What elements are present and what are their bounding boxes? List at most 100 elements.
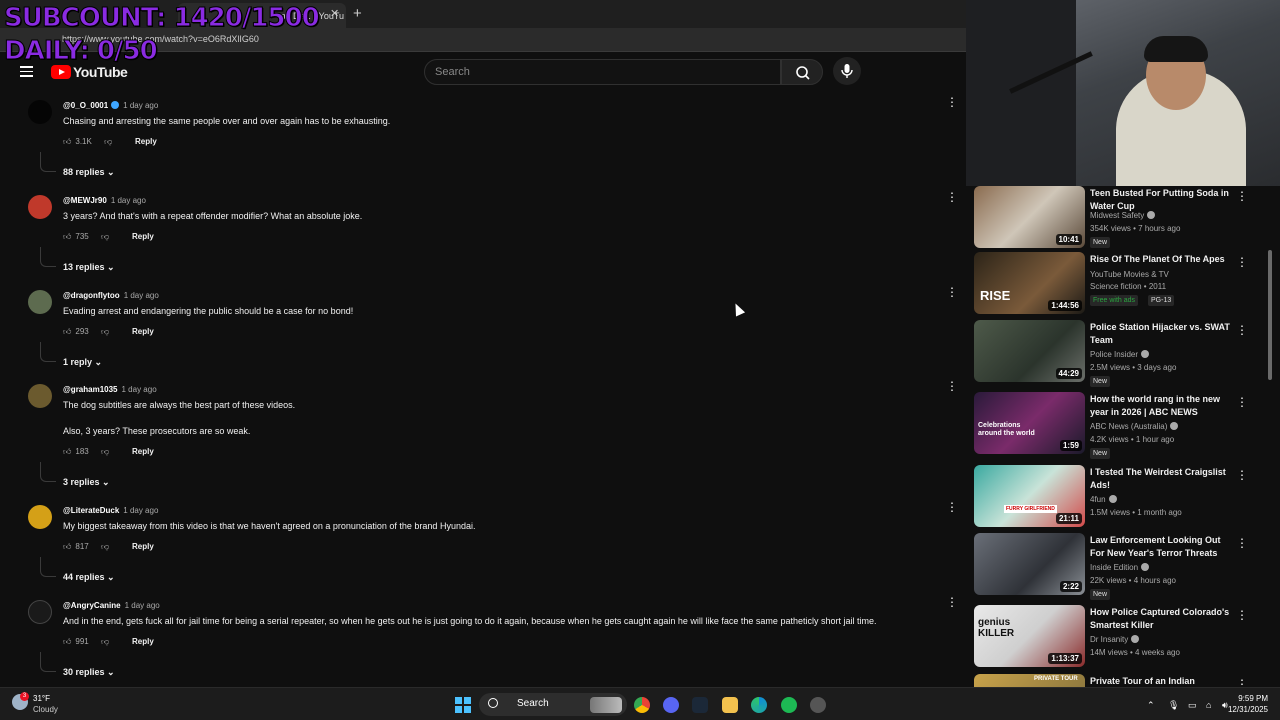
view-replies-button[interactable]: 1 reply ⌄	[63, 357, 102, 368]
video-channel[interactable]: ABC News (Australia)	[1090, 422, 1179, 431]
video-thumbnail[interactable]: FURRY GIRLFRIEND 21:11	[974, 465, 1085, 527]
comment-author[interactable]: @MEWJr90	[63, 196, 107, 205]
reply-button[interactable]: Reply	[132, 327, 154, 336]
video-title[interactable]: Private Tour of an Indian	[1090, 675, 1230, 687]
more-options-icon[interactable]: ⋮	[946, 596, 958, 608]
video-channel[interactable]: Inside Edition	[1090, 563, 1150, 572]
comment-time[interactable]: 1 day ago	[125, 601, 160, 610]
like-icon[interactable]: 👍︎	[63, 232, 71, 241]
reply-button[interactable]: Reply	[132, 542, 154, 551]
reply-button[interactable]: Reply	[135, 137, 157, 146]
like-icon[interactable]: 👍︎	[63, 542, 71, 551]
comment-author[interactable]: @0_O_0001	[63, 101, 108, 110]
view-replies-button[interactable]: 13 replies ⌄	[63, 262, 115, 273]
video-channel[interactable]: Police Insider	[1090, 350, 1150, 359]
video-channel[interactable]: YouTube Movies & TV	[1090, 270, 1169, 279]
like-icon[interactable]: 👍︎	[63, 637, 71, 646]
new-tab-icon[interactable]: +	[353, 5, 362, 22]
search-highlight-icon[interactable]	[590, 697, 622, 713]
network-icon[interactable]: ⌂	[1206, 700, 1211, 710]
video-title[interactable]: Rise Of The Planet Of The Apes	[1090, 253, 1230, 266]
voice-search-button[interactable]	[833, 57, 861, 85]
reply-button[interactable]: Reply	[132, 232, 154, 241]
video-channel[interactable]: Midwest Safety	[1090, 211, 1156, 220]
more-options-icon[interactable]: ⋮	[1236, 189, 1248, 203]
video-channel[interactable]: Dr Insanity	[1090, 635, 1140, 644]
temperature[interactable]: 31°F	[33, 694, 50, 703]
reply-button[interactable]: Reply	[132, 637, 154, 646]
comment-time[interactable]: 1 day ago	[123, 506, 158, 515]
chrome-icon[interactable]	[634, 697, 650, 713]
avatar[interactable]	[28, 290, 52, 314]
dislike-icon[interactable]: 👎︎	[101, 637, 109, 646]
video-thumbnail[interactable]: 44:29	[974, 320, 1085, 382]
windows-start-icon[interactable]	[455, 697, 471, 713]
dislike-icon[interactable]: 👎︎	[104, 137, 112, 146]
more-options-icon[interactable]: ⋮	[946, 380, 958, 392]
view-replies-button[interactable]: 44 replies ⌄	[63, 572, 115, 583]
more-options-icon[interactable]: ⋮	[1236, 536, 1248, 550]
dislike-icon[interactable]: 👎︎	[101, 232, 109, 241]
video-thumbnail[interactable]: RISE 1:44:56	[974, 252, 1085, 314]
comment-time[interactable]: 1 day ago	[124, 291, 159, 300]
comment-time[interactable]: 1 day ago	[123, 101, 158, 110]
search-button[interactable]	[781, 59, 823, 85]
video-thumbnail[interactable]: genius KILLER 1:13:37	[974, 605, 1085, 667]
video-thumbnail[interactable]: 10:41	[974, 186, 1085, 248]
dislike-icon[interactable]: 👎︎	[101, 542, 109, 551]
video-title[interactable]: Police Station Hijacker vs. SWAT Team	[1090, 321, 1230, 347]
video-title[interactable]: How the world rang in the new year in 20…	[1090, 393, 1230, 419]
more-options-icon[interactable]: ⋮	[1236, 608, 1248, 622]
more-options-icon[interactable]: ⋮	[946, 191, 958, 203]
avatar[interactable]	[28, 600, 52, 624]
dislike-icon[interactable]: 👎︎	[101, 447, 109, 456]
view-replies-button[interactable]: 88 replies ⌄	[63, 167, 115, 178]
video-title[interactable]: How Police Captured Colorado's Smartest …	[1090, 606, 1230, 632]
video-thumbnail[interactable]: PRIVATE TOUR	[974, 674, 1085, 687]
view-replies-button[interactable]: 3 replies ⌄	[63, 477, 110, 488]
video-thumbnail[interactable]: Celebrations around the world 1:59	[974, 392, 1085, 454]
more-options-icon[interactable]: ⋮	[946, 501, 958, 513]
avatar[interactable]	[28, 195, 52, 219]
clock-date[interactable]: 12/31/2025	[1214, 705, 1268, 714]
menu-icon[interactable]	[20, 66, 33, 77]
microphone-tray-icon[interactable]: 🎙︎	[1168, 700, 1179, 711]
file-explorer-icon[interactable]	[722, 697, 738, 713]
like-icon[interactable]: 👍︎	[63, 327, 71, 336]
video-title[interactable]: Law Enforcement Looking Out For New Year…	[1090, 534, 1230, 560]
edge-icon[interactable]	[751, 697, 767, 713]
comment-time[interactable]: 1 day ago	[122, 385, 157, 394]
comment-author[interactable]: @AngryCanine	[63, 601, 121, 610]
youtube-logo[interactable]: YouTube	[51, 64, 128, 80]
video-title[interactable]: Teen Busted For Putting Soda in Water Cu…	[1090, 187, 1230, 213]
weather-condition[interactable]: Cloudy	[33, 705, 58, 714]
spotify-icon[interactable]	[781, 697, 797, 713]
obs-icon[interactable]	[810, 697, 826, 713]
more-options-icon[interactable]: ⋮	[1236, 677, 1248, 687]
like-icon[interactable]: 👍︎	[63, 447, 71, 456]
dislike-icon[interactable]: 👎︎	[101, 327, 109, 336]
more-options-icon[interactable]: ⋮	[946, 96, 958, 108]
discord-icon[interactable]	[663, 697, 679, 713]
display-icon[interactable]: ▭	[1188, 700, 1197, 711]
video-title[interactable]: I Tested The Weirdest Craigslist Ads!	[1090, 466, 1230, 492]
avatar[interactable]	[28, 505, 52, 529]
search-input[interactable]: Search	[424, 59, 781, 85]
clock-time[interactable]: 9:59 PM	[1220, 694, 1268, 703]
avatar[interactable]	[28, 384, 52, 408]
more-options-icon[interactable]: ⋮	[1236, 468, 1248, 482]
comment-author[interactable]: @LiterateDuck	[63, 506, 119, 515]
chevron-up-icon[interactable]: ⌃	[1147, 700, 1155, 711]
more-options-icon[interactable]: ⋮	[946, 286, 958, 298]
more-options-icon[interactable]: ⋮	[1236, 395, 1248, 409]
more-options-icon[interactable]: ⋮	[1236, 255, 1248, 269]
like-icon[interactable]: 👍︎	[63, 137, 71, 146]
video-thumbnail[interactable]: 2:22	[974, 533, 1085, 595]
avatar[interactable]	[28, 100, 52, 124]
close-tab-icon[interactable]: ✕	[330, 7, 339, 20]
sidebar-scrollbar[interactable]	[1268, 250, 1272, 380]
comment-time[interactable]: 1 day ago	[111, 196, 146, 205]
reply-button[interactable]: Reply	[132, 447, 154, 456]
comment-author[interactable]: @dragonflytoo	[63, 291, 120, 300]
video-channel[interactable]: 4fun	[1090, 495, 1117, 504]
